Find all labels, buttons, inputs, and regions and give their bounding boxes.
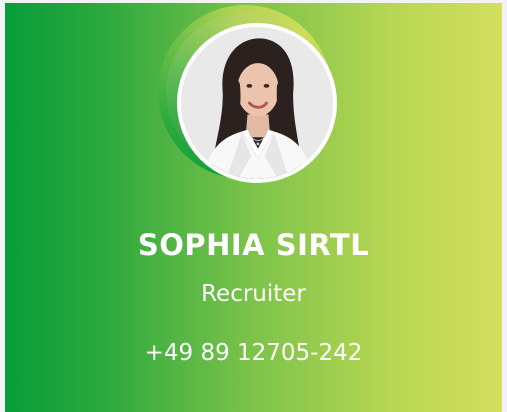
phone-link[interactable]: +49 89 12705-242 <box>5 340 502 366</box>
contact-role: Recruiter <box>201 281 306 307</box>
page-frame: SOPHIA SIRTL Recruiter +49 89 12705-242 <box>0 0 507 412</box>
contact-name: SOPHIA SIRTL <box>137 228 370 262</box>
contact-card: SOPHIA SIRTL Recruiter +49 89 12705-242 <box>5 3 502 412</box>
avatar-photo <box>181 27 333 179</box>
avatar <box>177 23 337 183</box>
